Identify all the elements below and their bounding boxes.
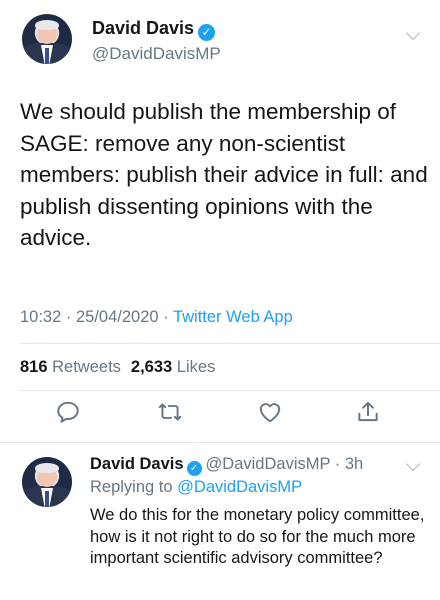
like-icon [259, 403, 281, 423]
reply-author-handle[interactable]: @DavidDavisMP [206, 455, 331, 473]
tweet-stats: 816 Retweets 2,633 Likes [20, 358, 215, 377]
replying-to: Replying to @DavidDavisMP [90, 478, 302, 497]
tweet-source[interactable]: Twitter Web App [173, 308, 293, 326]
share-icon [358, 401, 378, 422]
tweet-meta: 10:32 · 25/04/2020 · Twitter Web App [20, 308, 293, 327]
tweet-text: We should publish the membership of SAGE… [20, 99, 428, 250]
reply-tweet[interactable]: David Davis ✓ @DavidDavisMP · 3h Replying … [0, 443, 440, 600]
replying-to-label: Replying to [90, 478, 173, 496]
share-button[interactable] [352, 396, 384, 428]
avatar[interactable] [22, 457, 72, 507]
replying-to-mention[interactable]: @DavidDavisMP [177, 478, 302, 496]
author-name-text[interactable]: David Davis [92, 18, 194, 38]
action-bar [0, 396, 440, 432]
reply-icon [57, 401, 79, 423]
meta-separator: · [330, 455, 345, 473]
retweets-count: 816 [20, 358, 48, 376]
author-name[interactable]: David Davis ✓ [92, 18, 216, 41]
verified-icon: ✓ [198, 24, 216, 41]
divider [20, 343, 440, 344]
meta-separator: · [158, 308, 173, 326]
main-tweet: David Davis ✓ @DavidDavisMP We should pub… [0, 0, 440, 443]
retweets-label: Retweets [52, 358, 121, 376]
likes-label: Likes [176, 358, 216, 376]
divider [20, 390, 440, 391]
retweets-stat[interactable]: 816 Retweets [20, 358, 121, 376]
avatar[interactable] [22, 14, 72, 64]
reply-author-name[interactable]: David Davis [90, 455, 184, 473]
reply-text: We do this for the monetary policy commi… [90, 506, 425, 567]
likes-count: 2,633 [130, 358, 173, 376]
chevron-down-icon[interactable] [405, 25, 421, 41]
reply-header: David Davis ✓ @DavidDavisMP · 3h [90, 455, 363, 476]
tweet-time[interactable]: 10:32 [20, 308, 61, 326]
reply-button[interactable] [52, 396, 84, 428]
reply-age[interactable]: 3h [345, 455, 363, 473]
retweet-icon [158, 403, 182, 421]
tweet-date[interactable]: 25/04/2020 [76, 308, 159, 326]
likes-stat[interactable]: 2,633 Likes [131, 358, 215, 376]
like-button[interactable] [254, 396, 286, 428]
retweet-button[interactable] [154, 396, 186, 428]
author-handle[interactable]: @DavidDavisMP [92, 44, 221, 64]
verified-icon: ✓ [186, 461, 202, 476]
chevron-down-icon[interactable] [405, 456, 421, 472]
meta-separator: · [61, 308, 76, 326]
